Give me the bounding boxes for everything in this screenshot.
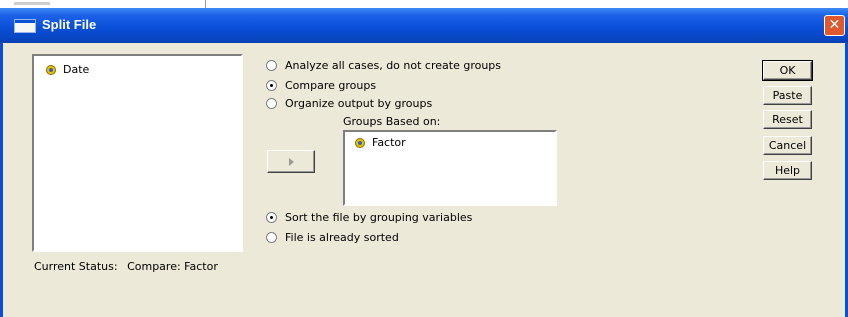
background-window-divider [205, 0, 206, 8]
variable-item-label: Date [63, 63, 90, 76]
split-file-dialog: Split File ✕ Date Analyze all cases, do … [0, 8, 848, 317]
title-bar[interactable]: Split File ✕ [0, 8, 848, 43]
dialog-title: Split File [42, 17, 97, 32]
radio-button[interactable] [266, 212, 277, 223]
cancel-button[interactable]: Cancel [763, 136, 812, 155]
background-window-strip [0, 0, 848, 8]
radio-button[interactable] [266, 80, 277, 91]
reset-button[interactable]: Reset [763, 110, 812, 129]
background-window-fragment [14, 2, 50, 5]
scale-variable-icon [353, 137, 367, 149]
paste-button[interactable]: Paste [763, 86, 812, 105]
radio-analyze-all-cases[interactable]: Analyze all cases, do not create groups [266, 59, 501, 72]
radio-label: Organize output by groups [285, 97, 433, 110]
scale-variable-icon [44, 64, 58, 76]
radio-file-already-sorted[interactable]: File is already sorted [266, 231, 399, 244]
groups-item-factor[interactable]: Factor [353, 136, 406, 149]
ok-button[interactable]: OK [762, 60, 813, 81]
help-button[interactable]: Help [763, 161, 812, 180]
move-to-groups-button[interactable] [267, 150, 315, 173]
close-button[interactable]: ✕ [824, 15, 845, 36]
right-arrow-icon [288, 157, 294, 166]
radio-sort-by-grouping[interactable]: Sort the file by grouping variables [266, 211, 472, 224]
radio-button[interactable] [266, 232, 277, 243]
groups-list[interactable]: Factor [343, 130, 557, 206]
current-status: Current Status: Compare: Factor [34, 260, 218, 273]
radio-label: Sort the file by grouping variables [285, 211, 473, 224]
radio-organize-output[interactable]: Organize output by groups [266, 97, 432, 110]
radio-compare-groups[interactable]: Compare groups [266, 79, 376, 92]
radio-button[interactable] [266, 60, 277, 71]
groups-item-label: Factor [372, 136, 406, 149]
variable-list[interactable]: Date [32, 54, 243, 252]
variable-item-date[interactable]: Date [44, 63, 89, 76]
radio-label: Analyze all cases, do not create groups [285, 59, 502, 72]
current-status-value: Compare: Factor [127, 260, 218, 273]
radio-label: File is already sorted [285, 231, 399, 244]
radio-label: Compare groups [285, 79, 377, 92]
groups-based-on-label: Groups Based on: [343, 115, 441, 128]
radio-button[interactable] [266, 98, 277, 109]
close-icon: ✕ [828, 17, 841, 33]
current-status-label: Current Status: [34, 260, 118, 273]
dialog-window-icon [14, 19, 36, 33]
